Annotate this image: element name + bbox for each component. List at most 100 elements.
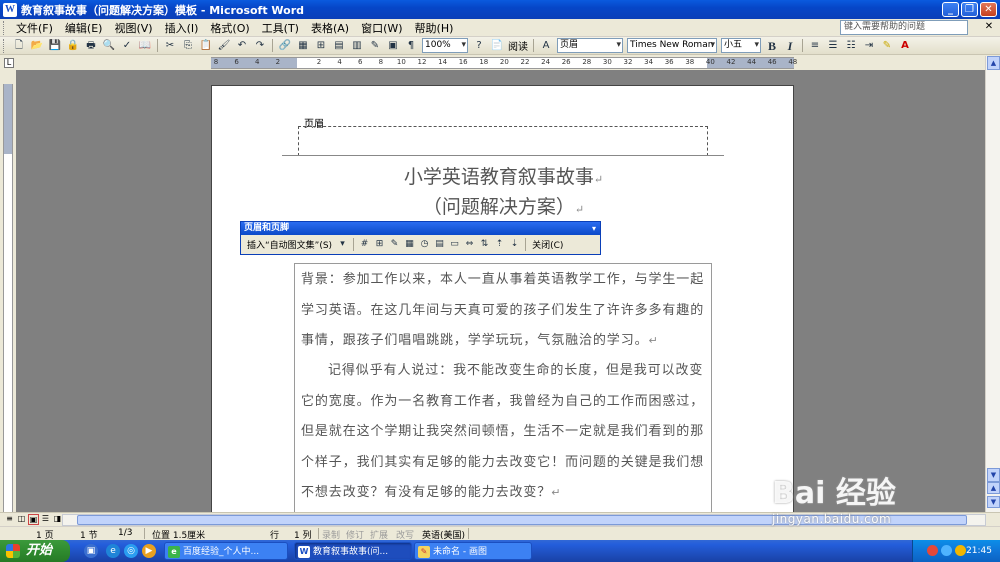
numbering-icon[interactable]: ☰ [825,39,841,53]
insert-time-icon[interactable]: ◷ [418,238,431,251]
indent-icon[interactable]: ⇥ [861,39,877,53]
page-setup-icon[interactable]: ▤ [433,238,446,251]
task-word-document[interactable]: W 教育叙事故事(问... [294,542,412,560]
menu-file[interactable]: 文件(F) [10,20,59,36]
print-preview-icon[interactable]: 🔍 [101,39,117,53]
ie-browser-icon[interactable]: e [106,544,120,558]
paragraph-background[interactable]: 背景：参加工作以来，本人一直从事着英语教学工作，与学生一起学习英语。在这几年间与… [301,265,711,357]
research-icon[interactable]: 📖 [137,39,153,53]
tray-icon[interactable] [927,545,938,556]
tables-borders-icon[interactable]: ▦ [295,39,311,53]
print-layout-view-icon[interactable]: ▣ [28,514,39,525]
menu-table[interactable]: 表格(A) [305,20,355,36]
horizontal-scroll-thumb[interactable] [77,515,967,525]
insert-autotext-dropdown-icon[interactable]: ▾ [336,238,349,251]
columns-icon[interactable]: ▥ [349,39,365,53]
new-document-icon[interactable]: 🗋 [11,39,27,53]
italic-button[interactable]: I [782,39,798,53]
menubar-grip[interactable] [3,20,6,35]
show-previous-icon[interactable]: ⇡ [493,238,506,251]
show-next-icon[interactable]: ⇣ [508,238,521,251]
toolbar-options-icon[interactable]: ▾ [592,222,596,235]
document-area[interactable]: 页眉 小学英语教育叙事故事↵ （问题解决方案）↵ 背景：参加工作以来，本人一直从… [16,70,985,512]
menu-help[interactable]: 帮助(H) [409,20,460,36]
previous-page-icon[interactable]: ▲ [987,482,1000,494]
document-title-line1[interactable]: 小学英语教育叙事故事↵ [212,162,795,189]
cut-icon[interactable]: ✂ [162,39,178,53]
task-paint[interactable]: ✎ 未命名 - 画图 [414,542,532,560]
menu-edit[interactable]: 编辑(E) [59,20,109,36]
header-edit-area[interactable] [298,126,708,156]
document-page[interactable]: 页眉 小学英语教育叙事故事↵ （问题解决方案）↵ 背景：参加工作以来，本人一直从… [211,85,794,512]
normal-view-icon[interactable]: ≡ [4,514,15,525]
document-close-icon[interactable]: ✕ [982,21,996,34]
highlight-icon[interactable]: ✎ [879,39,895,53]
insert-page-number-icon[interactable]: # [358,238,371,251]
volume-icon[interactable] [955,545,966,556]
menu-format[interactable]: 格式(O) [204,20,255,36]
paste-icon[interactable]: 📋 [198,39,214,53]
vertical-scrollbar[interactable]: ▲ ▼ ▲ ▼ [985,56,1000,512]
show-hide-icon[interactable]: ¶ [403,39,419,53]
switch-header-footer-icon[interactable]: ⇅ [478,238,491,251]
close-button[interactable]: ✕ [980,2,997,17]
font-color-icon[interactable]: A [897,39,913,53]
network-icon[interactable] [941,545,952,556]
format-page-number-icon[interactable]: ✎ [388,238,401,251]
document-map-icon[interactable]: ▣ [385,39,401,53]
outline-view-icon[interactable]: ☰ [40,514,51,525]
drawing-icon[interactable]: ✎ [367,39,383,53]
insert-table-icon[interactable]: ⊞ [313,39,329,53]
word-app-icon[interactable]: W [3,2,17,17]
task-baidu-jingyan[interactable]: e 百度经验_个人中... [164,542,288,560]
bold-button[interactable]: B [764,39,780,53]
web-view-icon[interactable]: ◫ [16,514,27,525]
bullets-icon[interactable]: ☷ [843,39,859,53]
next-page-icon[interactable]: ▼ [987,496,1000,508]
style-select[interactable]: 页眉 [557,38,623,53]
header-footer-toolbar-title[interactable]: 页眉和页脚 ▾ [241,222,600,235]
spelling-icon[interactable]: ✓ [119,39,135,53]
justify-icon[interactable]: ≡ [807,39,823,53]
horizontal-ruler[interactable]: 8 6 4 2 2 4 6 8 10 12 14 16 18 20 22 24 26 28 30 32 34 36 38 40… [211,57,797,69]
show-desktop-icon[interactable]: ▣ [84,544,98,558]
insert-page-count-icon[interactable]: ⊞ [373,238,386,251]
save-icon[interactable]: 💾 [47,39,63,53]
tab-selector-icon[interactable]: L [4,58,14,68]
insert-autotext-button[interactable]: 插入“自动图文集”(S) [244,238,335,251]
horizontal-scrollbar[interactable] [62,514,986,526]
format-painter-icon[interactable]: 🖌 [216,39,232,53]
document-title-line2[interactable]: （问题解决方案）↵ [212,192,795,219]
styles-formatting-icon[interactable]: A [538,39,554,53]
close-header-footer-button[interactable]: 关闭(C) [529,238,566,251]
link-to-previous-icon[interactable]: ⇔ [463,238,476,251]
menu-insert[interactable]: 插入(I) [159,20,205,36]
insert-excel-icon[interactable]: ▤ [331,39,347,53]
font-size-select[interactable]: 小五 [721,38,761,53]
undo-icon[interactable]: ↶ [234,39,250,53]
help-icon[interactable]: ? [471,39,487,53]
start-button[interactable]: 开始 [0,540,70,562]
media-player-icon[interactable]: ▶ [142,544,156,558]
restore-button[interactable]: ❐ [961,2,978,17]
quicklaunch-icon[interactable]: ◎ [124,544,138,558]
menu-window[interactable]: 窗口(W) [355,20,408,36]
read-button[interactable]: 阅读 [506,38,530,53]
redo-icon[interactable]: ↷ [252,39,268,53]
scroll-down-icon[interactable]: ▼ [987,468,1000,482]
vertical-ruler[interactable] [0,70,16,512]
open-icon[interactable]: 📂 [29,39,45,53]
zoom-select[interactable]: 100% [422,38,468,53]
scroll-up-icon[interactable]: ▲ [987,56,1000,70]
copy-icon[interactable]: ⎘ [180,39,196,53]
hyperlink-icon[interactable]: 🔗 [277,39,293,53]
permission-icon[interactable]: 🔒 [65,39,81,53]
insert-date-icon[interactable]: ▦ [403,238,416,251]
menu-tools[interactable]: 工具(T) [256,20,305,36]
toolbar-grip[interactable] [3,38,6,53]
help-search-input[interactable]: 键入需要帮助的问题 [840,20,968,35]
show-hide-text-icon[interactable]: ▭ [448,238,461,251]
font-select[interactable]: Times New Roman [627,38,717,53]
print-icon[interactable]: 🖶 [83,39,99,53]
text-box[interactable]: 背景：参加工作以来，本人一直从事着英语教学工作，与学生一起学习英语。在这几年间与… [294,263,712,512]
